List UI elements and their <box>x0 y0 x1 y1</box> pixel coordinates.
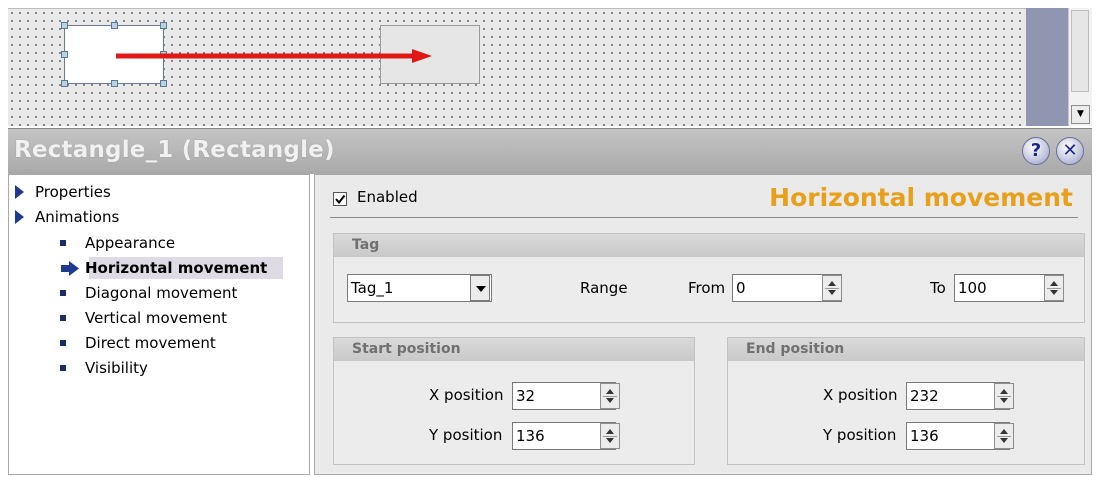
resize-handle[interactable] <box>160 80 167 87</box>
inspector-title: Rectangle_1 (Rectangle) <box>14 137 335 163</box>
checkmark-icon <box>335 194 346 205</box>
bullet-icon <box>60 240 66 246</box>
selected-arrow-icon <box>61 261 79 276</box>
resize-handle[interactable] <box>111 22 118 29</box>
tag-select-value: Tag_1 <box>351 279 394 297</box>
resize-handle[interactable] <box>61 80 68 87</box>
bullet-icon <box>60 315 66 321</box>
start-y-label: Y position <box>429 426 503 444</box>
chevron-down-icon[interactable] <box>470 275 490 301</box>
end-position-title: End position <box>746 341 845 357</box>
tree-item-label: Diagonal movement <box>85 284 238 302</box>
tree-item-diagonal-movement[interactable]: Diagonal movement <box>9 282 309 304</box>
design-canvas-area: ▼ <box>8 8 1092 126</box>
resize-handle[interactable] <box>111 80 118 87</box>
help-pin-icon[interactable]: ? <box>1022 137 1050 165</box>
vertical-scrollbar[interactable]: ▼ <box>1068 8 1092 126</box>
enabled-label: Enabled <box>357 188 418 206</box>
tree-item-label: Visibility <box>85 359 148 377</box>
end-y-label: Y position <box>823 426 897 444</box>
horizontal-movement-panel: Enabled Horizontal movement Tag Tag_1 Ra… <box>314 174 1092 475</box>
rectangle-1-selected[interactable] <box>61 22 167 87</box>
bullet-icon <box>60 340 66 346</box>
start-position-title: Start position <box>352 341 461 357</box>
bullet-icon <box>60 365 66 371</box>
tree-item-label: Vertical movement <box>85 309 228 327</box>
end-position-group: End position X position 232 Y position 1… <box>727 337 1085 465</box>
group-header: Tag <box>334 234 1084 257</box>
tree-item-animations[interactable]: Animations <box>9 206 309 228</box>
expand-triangle-icon[interactable] <box>15 185 24 199</box>
scroll-down-button[interactable]: ▼ <box>1071 105 1090 124</box>
tree-item-horizontal-movement[interactable]: Horizontal movement <box>9 257 309 279</box>
group-header: End position <box>728 338 1084 361</box>
tree-item-visibility[interactable]: Visibility <box>9 357 309 379</box>
start-y-spinner[interactable] <box>600 423 620 449</box>
tree-item-label: Properties <box>35 183 111 201</box>
tree-item-vertical-movement[interactable]: Vertical movement <box>9 307 309 329</box>
group-header: Start position <box>334 338 694 361</box>
range-label: Range <box>580 279 628 297</box>
resize-handle[interactable] <box>160 22 167 29</box>
enabled-checkbox[interactable] <box>333 192 347 206</box>
divider <box>330 217 1078 218</box>
end-x-value: 232 <box>910 387 939 405</box>
resize-handle[interactable] <box>61 22 68 29</box>
tree-item-label: Direct movement <box>85 334 216 352</box>
panel-title: Horizontal movement <box>769 183 1073 212</box>
from-label: From <box>688 279 726 297</box>
start-x-spinner[interactable] <box>600 383 620 409</box>
tree-item-appearance[interactable]: Appearance <box>9 232 309 254</box>
inspector-header: Rectangle_1 (Rectangle) ? ✕ <box>8 128 1092 174</box>
start-x-value: 32 <box>516 387 536 405</box>
tree-item-label: Animations <box>35 208 120 226</box>
movement-end-ghost-rectangle <box>380 25 480 84</box>
from-value: 0 <box>736 279 746 297</box>
bullet-icon <box>60 290 66 296</box>
tree-item-label: Horizontal movement <box>85 259 268 277</box>
tree-item-label: Appearance <box>85 234 176 252</box>
tag-group-title: Tag <box>352 237 380 253</box>
to-value: 100 <box>958 279 987 297</box>
resize-handle[interactable] <box>61 51 68 58</box>
end-y-value: 136 <box>910 427 939 445</box>
start-x-label: X position <box>429 386 504 404</box>
start-y-value: 136 <box>516 427 545 445</box>
tree-item-properties[interactable]: Properties <box>9 181 309 203</box>
scrollbar-thumb[interactable] <box>1071 10 1089 92</box>
end-y-spinner[interactable] <box>994 423 1014 449</box>
canvas-margin-strip <box>1026 8 1068 126</box>
to-spinner[interactable] <box>1044 275 1064 301</box>
close-icon[interactable]: ✕ <box>1056 137 1084 165</box>
inspector-navigation-tree: Properties Animations Appearance Horizon… <box>8 174 310 475</box>
to-label: To <box>930 279 946 297</box>
from-spinner[interactable] <box>822 275 842 301</box>
end-x-label: X position <box>823 386 898 404</box>
tree-item-direct-movement[interactable]: Direct movement <box>9 332 309 354</box>
expand-triangle-icon[interactable] <box>15 210 24 224</box>
start-position-group: Start position X position 32 Y position … <box>333 337 695 465</box>
end-x-spinner[interactable] <box>994 383 1014 409</box>
tag-group: Tag Tag_1 Range From 0 To 100 <box>333 233 1085 323</box>
design-canvas[interactable] <box>8 8 1026 126</box>
resize-handle[interactable] <box>160 51 167 58</box>
